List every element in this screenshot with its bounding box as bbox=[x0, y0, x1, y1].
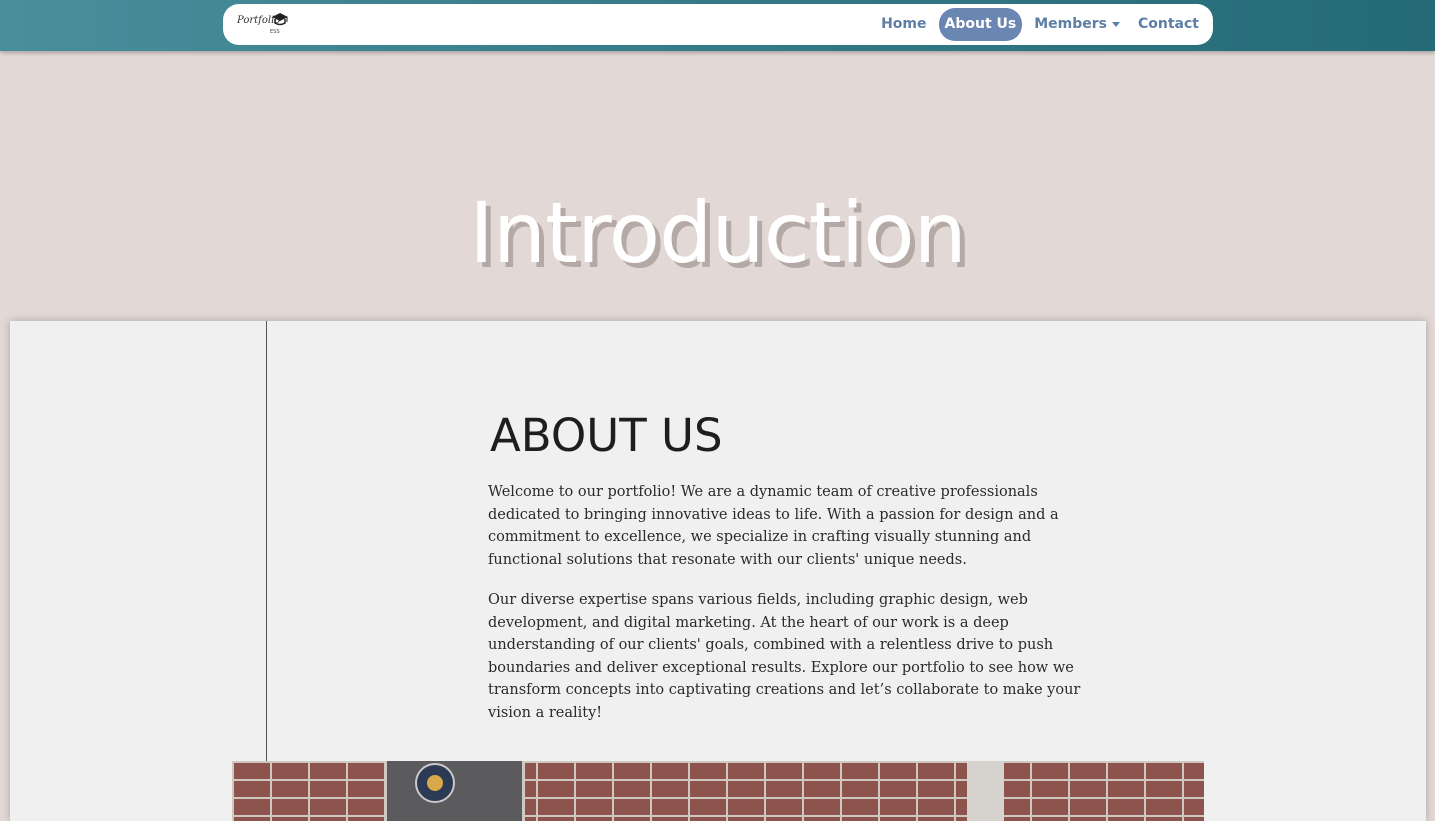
brick-wall bbox=[232, 761, 1204, 821]
nav-members-dropdown[interactable]: Members bbox=[1028, 8, 1126, 41]
vertical-divider bbox=[266, 321, 267, 761]
emblem-icon bbox=[415, 763, 455, 803]
nav-about-us[interactable]: About Us bbox=[938, 8, 1023, 41]
about-paragraph-1: Welcome to our portfolio! We are a dynam… bbox=[488, 484, 1059, 568]
graduation-cap-icon bbox=[272, 13, 288, 26]
hero-title: Introduction bbox=[469, 184, 967, 283]
about-card: ABOUT US Welcome to our portfolio! We ar… bbox=[10, 321, 1426, 821]
nav-menu: Home About Us Members Contact bbox=[875, 8, 1205, 41]
about-paragraph-2: Our diverse expertise spans various fiel… bbox=[488, 592, 1081, 721]
top-bar: Portfolio ESS Home About Us Members Cont… bbox=[0, 0, 1435, 51]
team-photo bbox=[232, 761, 1204, 821]
wall-panel bbox=[967, 761, 1004, 821]
navbar: Portfolio ESS Home About Us Members Cont… bbox=[223, 4, 1213, 45]
logo[interactable]: Portfolio ESS bbox=[237, 12, 291, 38]
about-heading: ABOUT US bbox=[490, 409, 723, 462]
nav-contact[interactable]: Contact bbox=[1132, 8, 1205, 41]
caret-down-icon bbox=[1112, 22, 1120, 27]
nav-members-label: Members bbox=[1034, 16, 1107, 32]
nav-home[interactable]: Home bbox=[875, 8, 932, 41]
plaque bbox=[384, 761, 525, 821]
logo-sub: ESS bbox=[270, 29, 280, 35]
